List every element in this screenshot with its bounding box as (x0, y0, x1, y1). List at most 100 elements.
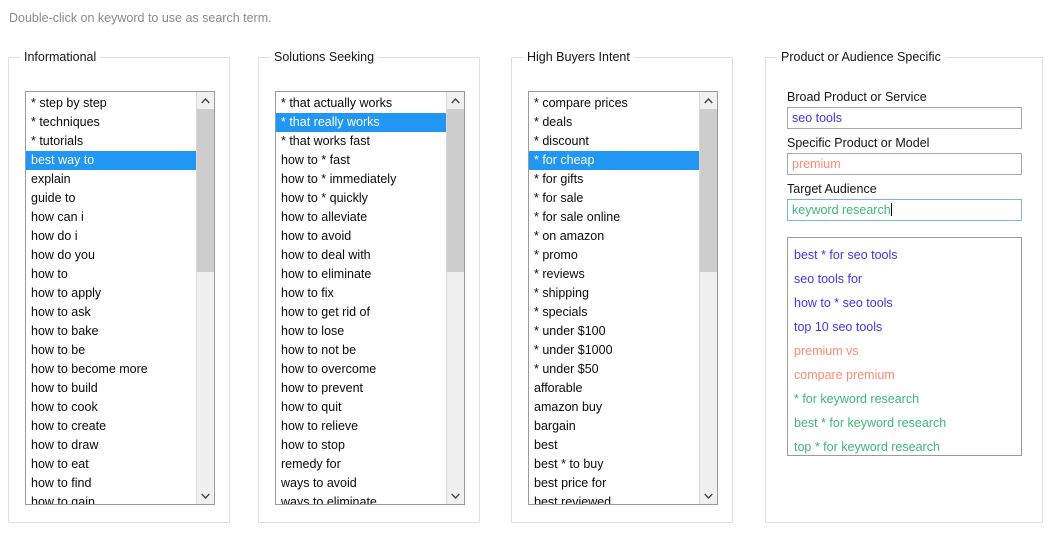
input-target-audience[interactable]: keyword research (787, 199, 1022, 221)
list-item[interactable]: best (529, 436, 699, 455)
generated-keyword-item[interactable]: premium vs (788, 339, 1021, 363)
group-solutions-seeking: Solutions Seeking * that actually works *… (258, 50, 480, 523)
list-item[interactable]: amazon buy (529, 398, 699, 417)
list-item[interactable]: how to relieve (276, 417, 446, 436)
list-item[interactable]: * that really works (276, 113, 446, 132)
list-item[interactable]: * that works fast (276, 132, 446, 151)
list-item[interactable]: bargain (529, 417, 699, 436)
list-item[interactable]: how to quit (276, 398, 446, 417)
list-item[interactable]: how to * immediately (276, 170, 446, 189)
group-informational: Informational * step by step * techniques… (8, 50, 230, 523)
list-item[interactable]: ways to avoid (276, 474, 446, 493)
list-item[interactable]: remedy for (276, 455, 446, 474)
list-item[interactable]: how to avoid (276, 227, 446, 246)
list-item[interactable]: best way to (26, 151, 196, 170)
list-item[interactable]: how to alleviate (276, 208, 446, 227)
scrollbar-high-buyers-intent[interactable] (699, 92, 717, 504)
listbox-high-buyers-intent-items[interactable]: * compare prices * deals * discount * for c… (529, 92, 699, 504)
list-item[interactable]: * for cheap (529, 151, 699, 170)
list-item[interactable]: * discount (529, 132, 699, 151)
scroll-up-arrow-icon[interactable] (197, 92, 214, 109)
listbox-solutions-seeking[interactable]: * that actually works * that really works… (275, 91, 465, 505)
list-item[interactable]: * for gifts (529, 170, 699, 189)
list-item[interactable]: * under $50 (529, 360, 699, 379)
list-item[interactable]: how to fix (276, 284, 446, 303)
list-item[interactable]: explain (26, 170, 196, 189)
scrollbar-thumb-solutions-seeking[interactable] (447, 109, 464, 272)
list-item[interactable]: how to stop (276, 436, 446, 455)
list-item[interactable]: how to ask (26, 303, 196, 322)
list-item[interactable]: * techniques (26, 113, 196, 132)
list-item[interactable]: * under $100 (529, 322, 699, 341)
listbox-high-buyers-intent[interactable]: * compare prices * deals * discount * for c… (528, 91, 718, 505)
scrollbar-thumb-informational[interactable] (197, 109, 214, 272)
scrollbar-informational[interactable] (196, 92, 214, 504)
scrollbar-thumb-high-buyers-intent[interactable] (700, 109, 717, 272)
generated-keyword-item[interactable]: top * for keyword research (788, 435, 1021, 455)
list-item[interactable]: how to * fast (276, 151, 446, 170)
list-item[interactable]: * deals (529, 113, 699, 132)
generated-keyword-item[interactable]: seo tools for (788, 267, 1021, 291)
list-item[interactable]: guide to (26, 189, 196, 208)
list-item[interactable]: * step by step (26, 94, 196, 113)
list-item[interactable]: how to deal with (276, 246, 446, 265)
generated-keyword-item[interactable]: * for keyword research (788, 387, 1021, 411)
list-item[interactable]: how to overcome (276, 360, 446, 379)
list-item[interactable]: best reviewed (529, 493, 699, 504)
list-item[interactable]: * promo (529, 246, 699, 265)
input-specific-product-or-model[interactable]: premium (787, 153, 1022, 175)
list-item[interactable]: how to create (26, 417, 196, 436)
input-broad-product-or-service[interactable]: seo tools (787, 107, 1022, 129)
scroll-down-arrow-icon[interactable] (447, 487, 464, 504)
scrollbar-solutions-seeking[interactable] (446, 92, 464, 504)
listbox-informational[interactable]: * step by step * techniques * tutorials bes… (25, 91, 215, 505)
list-item[interactable]: how to eat (26, 455, 196, 474)
list-item[interactable]: how do you (26, 246, 196, 265)
list-item[interactable]: how to gain (26, 493, 196, 504)
list-item[interactable]: how do i (26, 227, 196, 246)
list-item[interactable]: how to prevent (276, 379, 446, 398)
generated-keyword-item[interactable]: how to * seo tools (788, 291, 1021, 315)
list-item[interactable]: ways to eliminate (276, 493, 446, 504)
generated-keyword-item[interactable]: best * for seo tools (788, 243, 1021, 267)
list-item[interactable]: how to cook (26, 398, 196, 417)
list-item[interactable]: * for sale online (529, 208, 699, 227)
listbox-generated-keywords[interactable]: best * for seo tools seo tools for how to … (787, 237, 1022, 456)
scroll-down-arrow-icon[interactable] (700, 487, 717, 504)
list-item[interactable]: * specials (529, 303, 699, 322)
list-item[interactable]: how to be (26, 341, 196, 360)
list-item[interactable]: how can i (26, 208, 196, 227)
scroll-up-arrow-icon[interactable] (700, 92, 717, 109)
list-item[interactable]: * tutorials (26, 132, 196, 151)
list-item[interactable]: afforable (529, 379, 699, 398)
list-item[interactable]: how to apply (26, 284, 196, 303)
list-item[interactable]: * shipping (529, 284, 699, 303)
list-item[interactable]: how to bake (26, 322, 196, 341)
listbox-informational-items[interactable]: * step by step * techniques * tutorials bes… (26, 92, 196, 504)
generated-keyword-item[interactable]: top 10 seo tools (788, 315, 1021, 339)
generated-keyword-item[interactable]: compare premium (788, 363, 1021, 387)
list-item[interactable]: * on amazon (529, 227, 699, 246)
list-item[interactable]: * for sale (529, 189, 699, 208)
list-item[interactable]: * under $1000 (529, 341, 699, 360)
list-item[interactable]: how to eliminate (276, 265, 446, 284)
list-item[interactable]: how to build (26, 379, 196, 398)
list-item[interactable]: how to not be (276, 341, 446, 360)
list-item[interactable]: * compare prices (529, 94, 699, 113)
list-item[interactable]: how to (26, 265, 196, 284)
list-item[interactable]: * reviews (529, 265, 699, 284)
list-item[interactable]: how to find (26, 474, 196, 493)
list-item[interactable]: how to * quickly (276, 189, 446, 208)
list-item[interactable]: best price for (529, 474, 699, 493)
list-item[interactable]: how to become more (26, 360, 196, 379)
label-specific-product-or-model: Specific Product or Model (787, 136, 930, 150)
list-item[interactable]: how to draw (26, 436, 196, 455)
list-item[interactable]: best * to buy (529, 455, 699, 474)
listbox-solutions-seeking-items[interactable]: * that actually works * that really works… (276, 92, 446, 504)
scroll-down-arrow-icon[interactable] (197, 487, 214, 504)
list-item[interactable]: how to lose (276, 322, 446, 341)
list-item[interactable]: how to get rid of (276, 303, 446, 322)
scroll-up-arrow-icon[interactable] (447, 92, 464, 109)
generated-keyword-item[interactable]: best * for keyword research (788, 411, 1021, 435)
list-item[interactable]: * that actually works (276, 94, 446, 113)
